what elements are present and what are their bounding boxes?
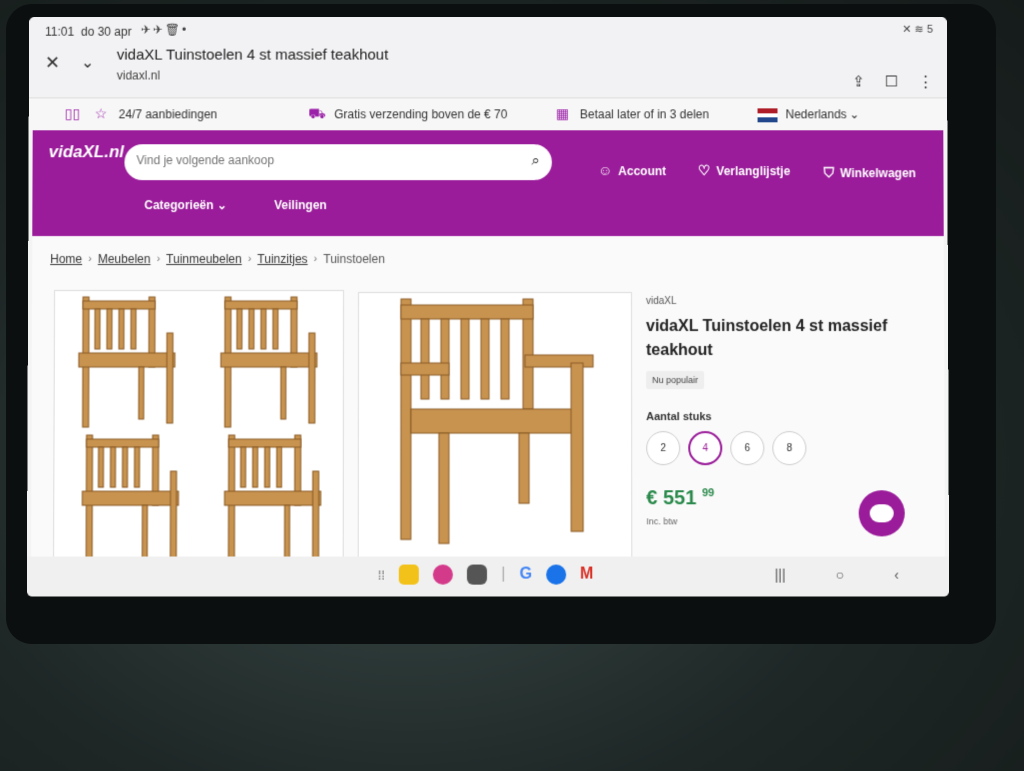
quantity-option-4[interactable]: 4 — [688, 431, 723, 466]
breadcrumb-home[interactable]: Home — [50, 252, 82, 266]
breadcrumb-meubelen[interactable]: Meubelen — [98, 252, 151, 266]
tablet-screen: 11:01 do 30 apr ✈✈🗑• ✕ ≋ 5 ✕ ⌄ vidaXL Tu… — [26, 16, 950, 597]
calculator-icon: ▦ — [555, 105, 570, 122]
chair-set-image — [78, 296, 345, 562]
messages-app-icon[interactable] — [545, 564, 567, 585]
chat-button[interactable] — [858, 490, 905, 537]
chevron-down-icon[interactable]: ⌄ — [81, 53, 94, 73]
battery-icon: 5 — [926, 23, 933, 36]
wishlist-link[interactable]: ♡ Verlanglijstje — [698, 162, 791, 179]
bookmark-icon[interactable]: ☐ — [885, 73, 898, 91]
gallery-app-icon[interactable] — [433, 564, 454, 585]
product-content: Home › Meubelen › Tuinmeubelen › Tuinzitjes… — [31, 236, 945, 556]
product-gallery[interactable] — [53, 290, 345, 562]
status-time: 11:01 — [45, 24, 75, 39]
chevron-down-icon: ⌄ — [216, 198, 228, 213]
product-info: vidaXL vidaXL Tuinstoelen 4 st massief t… — [646, 296, 937, 526]
app-dock: ⁞⁞ | G M — [378, 564, 594, 585]
categories-menu[interactable]: Categorieën ⌄ — [144, 198, 227, 212]
site-logo[interactable]: vidaXL.nl — [49, 142, 125, 162]
recents-icon[interactable]: ||| — [775, 567, 786, 583]
site-header: vidaXL.nl ⌕ ☺ Account ♡ Verlanglijstje ⛉ Wi… — [32, 130, 944, 237]
quantity-option-8[interactable]: 8 — [772, 431, 807, 466]
chevron-right-icon: › — [156, 253, 161, 266]
account-label: Account — [618, 164, 667, 179]
close-tab-icon[interactable]: ✕ — [45, 53, 60, 74]
star-icon: ☆ — [94, 105, 108, 122]
language-select[interactable]: Nederlands — [785, 107, 846, 121]
quantity-options: 2 4 6 8 — [646, 431, 936, 466]
system-navigation: ||| ○ ‹ — [775, 567, 899, 583]
status-date: do 30 apr — [80, 24, 132, 39]
camera-app-icon[interactable] — [467, 564, 488, 585]
browser-bar: ✕ ⌄ vidaXL Tuinstoelen 4 st massief teak… — [28, 42, 948, 99]
search-icon[interactable]: ⌕ — [532, 152, 540, 169]
search-bar[interactable]: ⌕ — [124, 144, 552, 181]
info-strip: ▯▯ ☆ 24/7 aanbiedingen ⛟ Gratis verzendi… — [28, 98, 948, 131]
apps-grid-icon[interactable]: ⁞⁞ — [378, 567, 385, 582]
breadcrumb-tuinmeubelen[interactable]: Tuinmeubelen — [166, 252, 242, 266]
account-link[interactable]: ☺ Account — [598, 162, 666, 178]
price-cents: 99 — [701, 487, 715, 500]
cart-link[interactable]: ⛉ Winkelwagen — [824, 164, 916, 181]
chevron-right-icon: › — [313, 253, 318, 266]
share-icon[interactable]: ⇪ — [852, 73, 865, 91]
truck-icon: ⛟ — [308, 105, 326, 122]
more-icon[interactable]: ⋮ — [918, 73, 933, 91]
product-brand[interactable]: vidaXL — [646, 296, 936, 307]
google-app-icon[interactable]: G — [519, 566, 531, 584]
auctions-link[interactable]: Veilingen — [274, 198, 327, 212]
popular-badge: Nu populair — [646, 371, 705, 390]
chevron-right-icon: › — [88, 253, 92, 266]
chair-image — [359, 293, 594, 564]
gmail-app-icon[interactable]: M — [580, 566, 593, 584]
search-input[interactable] — [136, 153, 506, 168]
notification-icons: ✈✈🗑• — [140, 22, 189, 37]
chevron-down-icon[interactable]: ⌄ — [849, 107, 859, 121]
pay-later-text: Betaal later of in 3 delen — [579, 107, 710, 122]
user-icon: ☺ — [597, 162, 613, 179]
shipping-text: Gratis verzending boven de € 70 — [334, 107, 508, 122]
home-icon[interactable]: ○ — [836, 567, 845, 583]
android-nav-bar: ⁞⁞ | G M ||| ○ ‹ — [26, 556, 950, 597]
price-whole: € 551 — [646, 487, 697, 510]
flag-icon — [757, 108, 778, 123]
chevron-right-icon: › — [247, 253, 252, 266]
menu-icon[interactable]: ▯▯ — [65, 105, 80, 122]
wishlist-label: Verlanglijstje — [716, 164, 791, 179]
page-title: vidaXL Tuinstoelen 4 st massief teakhout — [116, 46, 389, 64]
product-main-image[interactable] — [357, 292, 633, 564]
basket-icon: ⛉ — [823, 164, 835, 181]
deals-text[interactable]: 24/7 aanbiedingen — [119, 107, 218, 121]
browser-actions: ⇪ ☐ ⋮ — [852, 73, 933, 91]
dock-divider: | — [501, 565, 506, 583]
heart-icon: ♡ — [697, 162, 711, 179]
categories-label: Categorieën — [144, 198, 214, 213]
system-icons: ✕ ≋ 5 — [902, 23, 933, 36]
quantity-option-6[interactable]: 6 — [730, 431, 765, 466]
product-title: vidaXL Tuinstoelen 4 st massief teakhout — [646, 317, 888, 360]
back-icon[interactable]: ‹ — [894, 567, 899, 583]
breadcrumb: Home › Meubelen › Tuinmeubelen › Tuinzitjes… — [50, 252, 385, 266]
cart-label: Winkelwagen — [840, 166, 916, 181]
chat-bubble-icon — [869, 504, 894, 523]
quantity-option-2[interactable]: 2 — [646, 431, 681, 466]
quantity-label: Aantal stuks — [646, 411, 712, 424]
status-bar: 11:01 do 30 apr ✈✈🗑• ✕ ≋ 5 — [29, 16, 947, 43]
page-url[interactable]: vidaxl.nl — [117, 69, 160, 83]
notes-app-icon[interactable] — [399, 564, 420, 585]
breadcrumb-current: Tuinstoelen — [323, 252, 385, 267]
breadcrumb-tuinzitjes[interactable]: Tuinzitjes — [257, 252, 307, 266]
